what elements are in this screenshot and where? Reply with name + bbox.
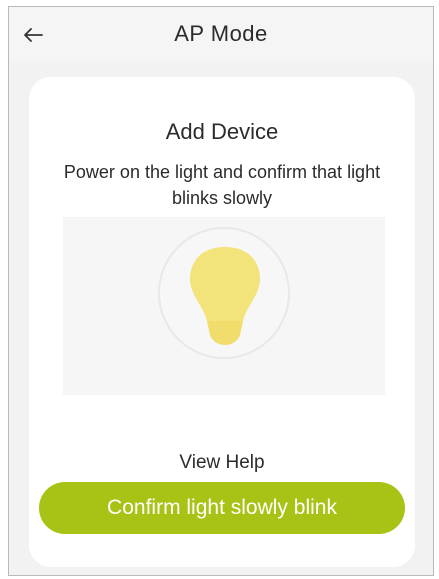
- bulb-illustration: [63, 217, 385, 395]
- confirm-blink-button[interactable]: Confirm light slowly blink: [39, 482, 405, 534]
- card-description: Power on the light and confirm that ligh…: [63, 162, 381, 208]
- top-bar: AP Mode: [9, 7, 433, 63]
- add-device-card: Add Device Power on the light and confir…: [29, 77, 415, 567]
- page-title: AP Mode: [174, 21, 268, 46]
- light-bulb-icon: [190, 247, 260, 345]
- view-help-link[interactable]: View Help: [29, 452, 415, 474]
- bulb-circle: [158, 227, 290, 359]
- app-screen: AP Mode Add Device Power on the light an…: [8, 6, 434, 576]
- card-title: Add Device: [165, 119, 279, 144]
